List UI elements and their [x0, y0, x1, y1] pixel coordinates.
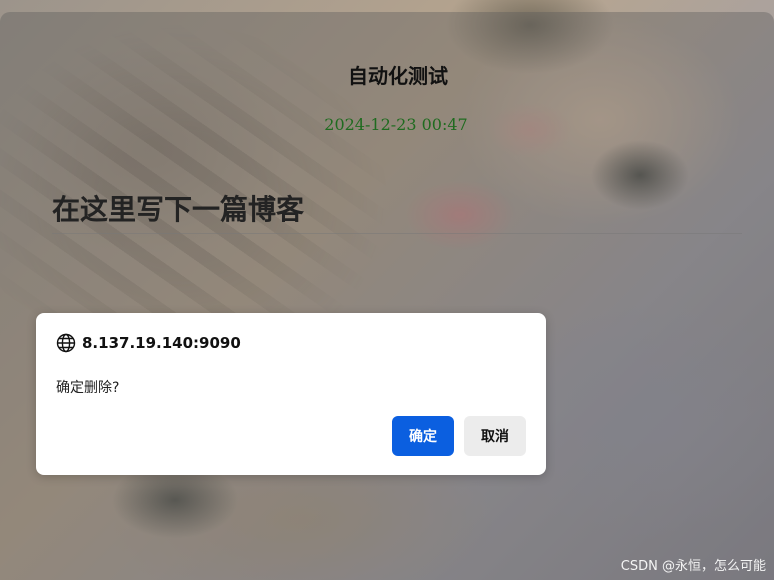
dialog-origin: 8.137.19.140:9090 — [82, 334, 241, 352]
globe-icon — [56, 333, 76, 353]
page-overlay — [0, 12, 774, 580]
heading-divider — [52, 233, 742, 234]
ok-button[interactable]: 确定 — [392, 416, 454, 456]
dialog-message: 确定删除? — [56, 380, 120, 396]
post-heading: 在这里写下一篇博客 — [52, 193, 305, 226]
dialog-header: 8.137.19.140:9090 — [56, 333, 241, 353]
blog-title: 自动化测试 — [348, 64, 448, 88]
blog-datetime: 2024-12-23 00:47 — [324, 115, 468, 134]
watermark: CSDN @永恒，怎么可能 — [620, 559, 766, 574]
confirm-dialog: 8.137.19.140:9090 确定删除? 确定 取消 — [36, 313, 546, 475]
cancel-button[interactable]: 取消 — [464, 416, 526, 456]
